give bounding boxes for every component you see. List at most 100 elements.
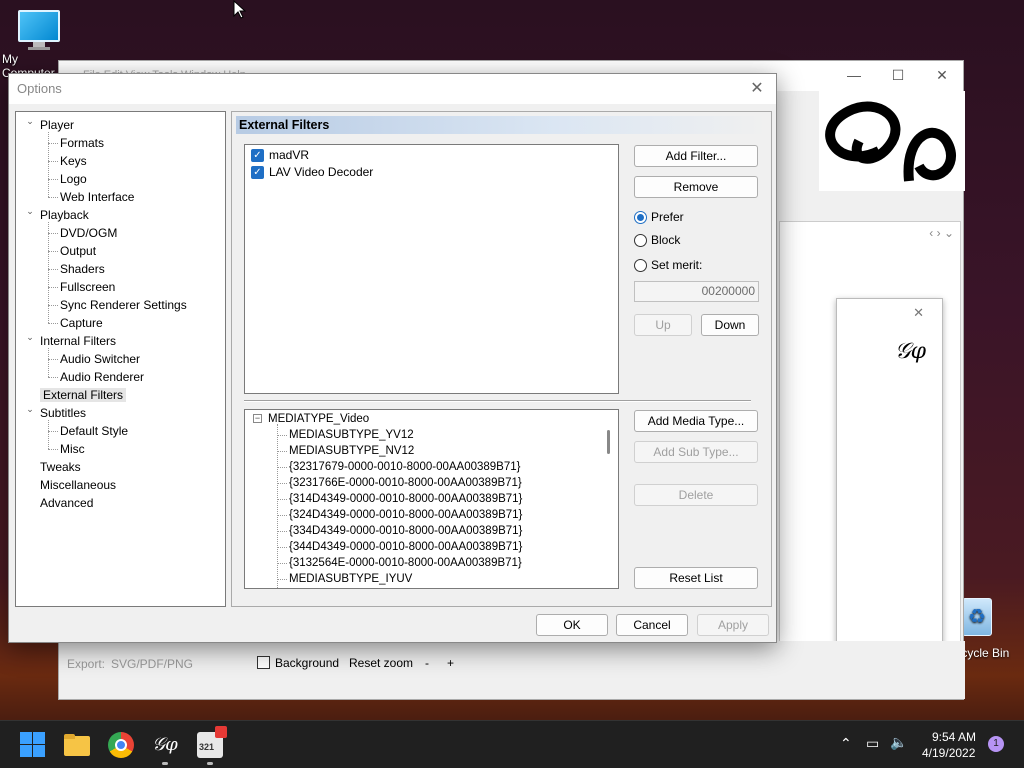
media-subtype-item[interactable]: MEDIASUBTYPE_YV12 xyxy=(289,427,414,443)
close-icon[interactable]: ✕ xyxy=(744,74,770,104)
tree-item[interactable]: Keys xyxy=(60,152,87,170)
app-logo xyxy=(819,91,965,191)
chevron-down-icon[interactable]: ⌄ xyxy=(24,404,36,422)
filter-list[interactable]: ✓ madVR ✓ LAV Video Decoder xyxy=(244,144,619,394)
add-filter-button[interactable]: Add Filter... xyxy=(634,145,758,167)
minimize-icon[interactable]: — xyxy=(839,67,869,83)
reset-list-button[interactable]: Reset List xyxy=(634,567,758,589)
media-subtype-item[interactable]: {334D4349-0000-0010-8000-00AA00389B71} xyxy=(289,523,522,539)
chevron-up-icon[interactable]: ⌃ xyxy=(840,735,852,752)
media-subtype-item[interactable]: MEDIASUBTYPE_IYUV xyxy=(289,571,412,587)
tree-connector xyxy=(48,161,58,162)
remove-button[interactable]: Remove xyxy=(634,176,758,198)
block-radio[interactable]: Block xyxy=(634,232,680,248)
media-subtype-item[interactable]: {3132564E-0000-0010-8000-00AA00389B71} xyxy=(289,555,522,571)
ok-button[interactable]: OK xyxy=(536,614,608,636)
tree-item[interactable]: Subtitles xyxy=(40,404,86,422)
tree-item[interactable]: Tweaks xyxy=(40,458,81,476)
start-icon[interactable] xyxy=(20,732,46,758)
close-icon[interactable]: ✕ xyxy=(927,67,957,84)
separator xyxy=(244,400,751,402)
tree-item[interactable]: External Filters xyxy=(40,386,127,404)
filter-item[interactable]: ✓ madVR xyxy=(251,147,309,164)
filter-item[interactable]: ✓ LAV Video Decoder xyxy=(251,164,373,181)
chevron-down-icon[interactable]: ⌄ xyxy=(24,206,36,224)
tree-item[interactable]: Misc xyxy=(60,440,85,458)
maximize-icon[interactable]: ☐ xyxy=(883,67,913,84)
apply-button[interactable]: Apply xyxy=(697,614,769,636)
notification-badge[interactable]: 1 xyxy=(988,736,1004,752)
zoom-out-button[interactable]: - xyxy=(425,656,429,670)
tree-item[interactable]: Web Interface xyxy=(60,188,134,206)
external-filters-page: External Filters ✓ madVR ✓ LAV Video Decode… xyxy=(231,111,772,607)
tree-item[interactable]: Output xyxy=(60,242,96,260)
graphviz-app-icon[interactable]: 𝒢φ xyxy=(152,732,178,758)
set-merit-radio[interactable]: Set merit: xyxy=(634,257,702,273)
down-button[interactable]: Down xyxy=(701,314,759,336)
radio-selected-icon xyxy=(634,211,647,225)
chevron-down-icon[interactable]: ⌄ xyxy=(24,332,36,350)
scrollbar-thumb[interactable] xyxy=(607,430,610,454)
radio-icon xyxy=(634,234,647,248)
media-type-tree[interactable]: − MEDIATYPE_Video MEDIASUBTYPE_YV12 MEDIASU… xyxy=(244,409,619,589)
tree-item[interactable]: Sync Renderer Settings xyxy=(60,296,187,314)
file-explorer-icon[interactable] xyxy=(64,732,90,758)
tree-item-label: Player xyxy=(40,118,75,132)
tree-item[interactable]: Audio Renderer xyxy=(60,368,144,386)
delete-button[interactable]: Delete xyxy=(634,484,758,506)
media-type-root[interactable]: − MEDIATYPE_Video xyxy=(253,411,369,427)
tree-item[interactable]: Default Style xyxy=(60,422,128,440)
media-subtype-item[interactable]: {324D4349-0000-0010-8000-00AA00389B71} xyxy=(289,507,522,523)
chevron-down-icon[interactable]: ⌄ xyxy=(24,116,36,134)
tree-item[interactable]: Audio Switcher xyxy=(60,350,140,368)
tree-item[interactable]: Logo xyxy=(60,170,87,188)
zoom-in-button[interactable]: + xyxy=(447,656,454,670)
tree-item[interactable]: Fullscreen xyxy=(60,278,115,296)
close-icon[interactable]: ✕ xyxy=(913,305,924,321)
checkbox-checked-icon[interactable]: ✓ xyxy=(251,149,264,163)
tree-item-label: Fullscreen xyxy=(60,280,116,294)
tree-item[interactable]: Player xyxy=(40,116,74,134)
media-subtype-item[interactable]: {3231766E-0000-0010-8000-00AA00389B71} xyxy=(289,475,522,491)
mouse-cursor-icon xyxy=(233,0,247,19)
tree-connector xyxy=(48,420,49,449)
clock-date[interactable]: 4/19/2022 xyxy=(922,746,975,760)
tree-connector xyxy=(277,531,287,532)
desktop-icon-label: Recycle Bin xyxy=(958,646,1010,660)
collapse-icon[interactable]: − xyxy=(253,414,262,424)
tree-connector xyxy=(277,483,287,484)
checkbox-checked-icon[interactable]: ✓ xyxy=(251,166,264,180)
chrome-icon[interactable] xyxy=(108,732,134,758)
mpc-player-icon[interactable]: 321 xyxy=(197,726,227,758)
tree-item[interactable]: Internal Filters xyxy=(40,332,116,350)
volume-icon[interactable]: 🔈 xyxy=(890,734,907,751)
tree-item[interactable]: Miscellaneous xyxy=(40,476,116,494)
prefer-radio[interactable]: Prefer xyxy=(634,209,684,225)
network-icon[interactable]: ▭ xyxy=(866,735,879,752)
tree-connector xyxy=(48,143,58,144)
tree-connector xyxy=(48,377,58,378)
tree-item-label: Shaders xyxy=(60,262,105,276)
tree-item[interactable]: DVD/OGM xyxy=(60,224,117,242)
media-subtype-item[interactable]: MEDIASUBTYPE_NV12 xyxy=(289,443,414,459)
reset-zoom-button[interactable]: Reset zoom xyxy=(349,656,413,670)
tree-item[interactable]: Capture xyxy=(60,314,103,332)
tree-connector xyxy=(48,287,58,288)
media-subtype-item[interactable]: {32317679-0000-0010-8000-00AA00389B71} xyxy=(289,459,521,475)
add-media-type-button[interactable]: Add Media Type... xyxy=(634,410,758,432)
background-checkbox[interactable] xyxy=(257,656,270,669)
merit-input[interactable]: 00200000 xyxy=(634,281,759,302)
set-merit-label: Set merit: xyxy=(651,258,703,272)
recycle-bin-icon: ♻ xyxy=(962,598,992,636)
desktop-icon-recycle-bin[interactable]: ♻ Recycle Bin xyxy=(958,598,1024,660)
tree-item[interactable]: Formats xyxy=(60,134,104,152)
media-subtype-item[interactable]: {344D4349-0000-0010-8000-00AA00389B71} xyxy=(289,539,522,555)
clock-time[interactable]: 9:54 AM xyxy=(932,730,976,744)
up-button[interactable]: Up xyxy=(634,314,692,336)
tree-item[interactable]: Shaders xyxy=(60,260,105,278)
tree-item-label: Capture xyxy=(60,316,103,330)
add-sub-type-button[interactable]: Add Sub Type... xyxy=(634,441,758,463)
tree-item[interactable]: Advanced xyxy=(40,494,93,512)
cancel-button[interactable]: Cancel xyxy=(616,614,688,636)
media-subtype-item[interactable]: {314D4349-0000-0010-8000-00AA00389B71} xyxy=(289,491,522,507)
